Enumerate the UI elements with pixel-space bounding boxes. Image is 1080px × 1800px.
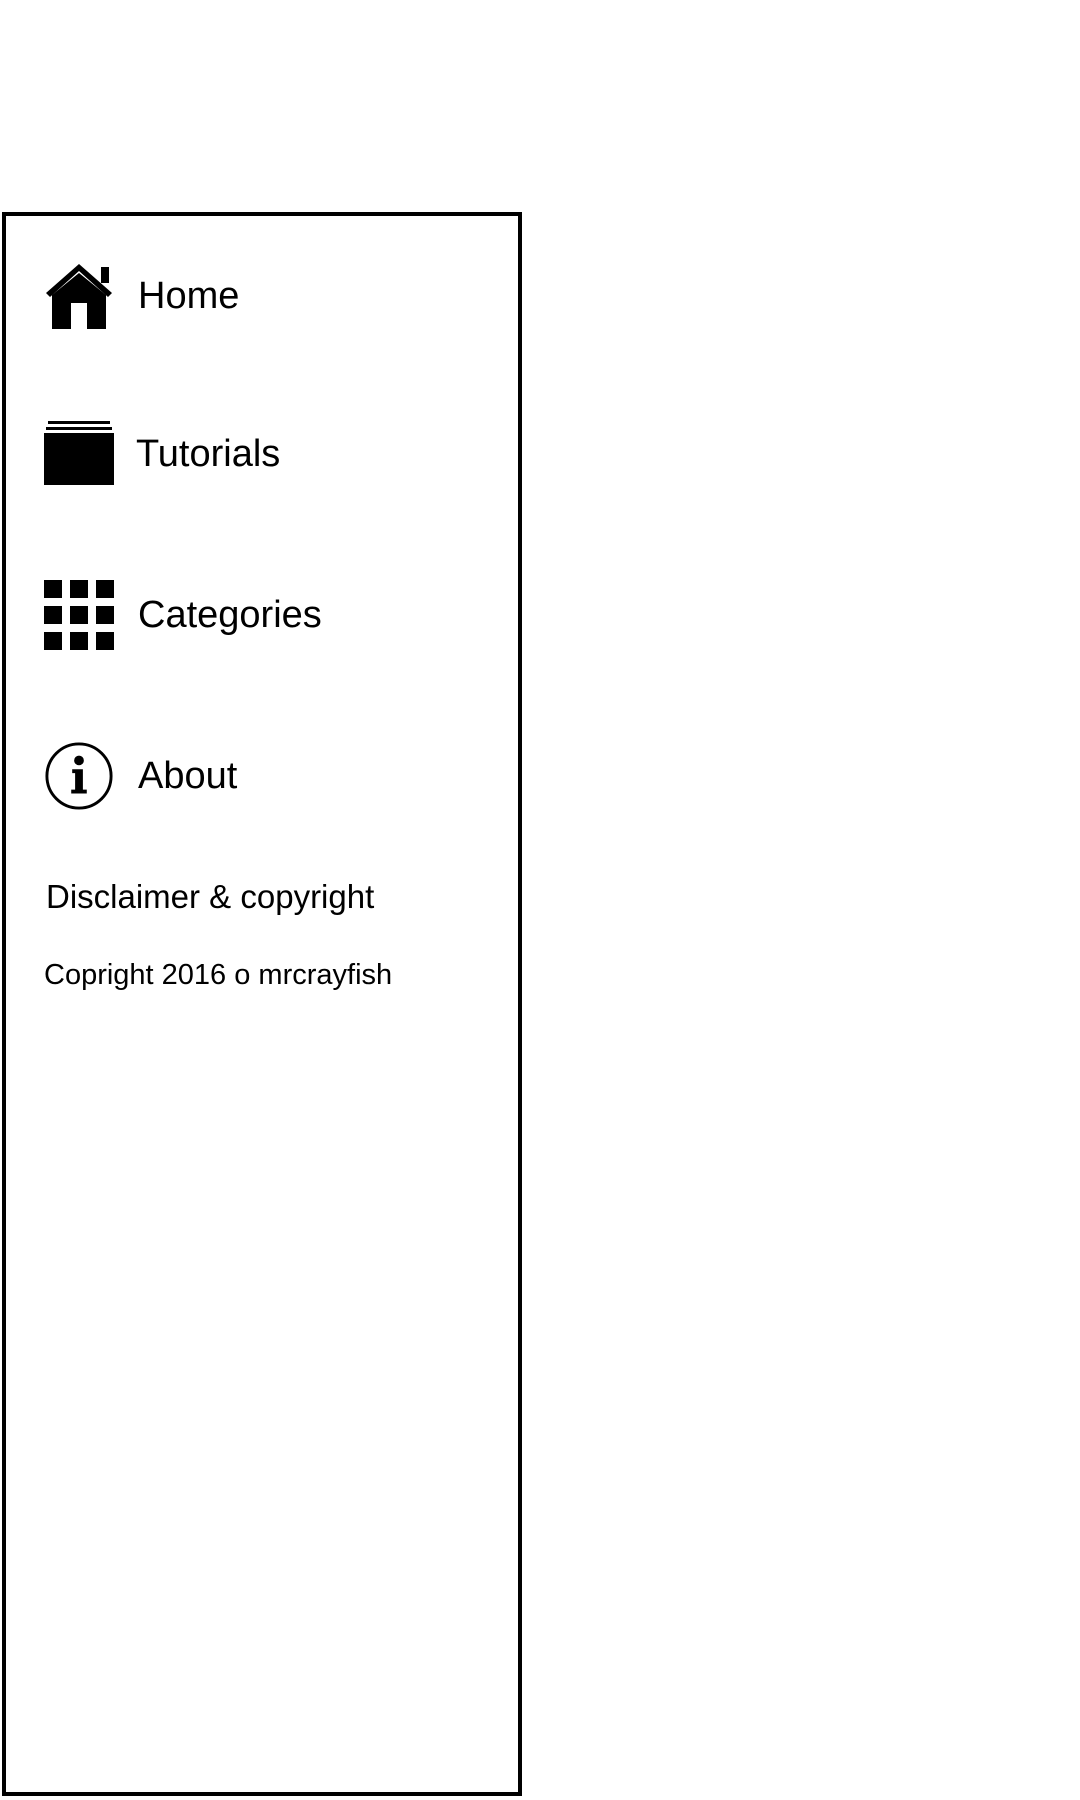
nav-item-categories-label: Categories bbox=[138, 594, 322, 636]
home-icon bbox=[44, 261, 114, 331]
disclaimer-heading: Disclaimer & copyright bbox=[46, 878, 375, 915]
nav-item-tutorials[interactable]: Tutorials bbox=[44, 418, 280, 490]
nav-item-home[interactable]: Home bbox=[44, 260, 239, 332]
nav-item-tutorials-label: Tutorials bbox=[136, 433, 281, 475]
copyright-text: Copright 2016 o mrcrayfish bbox=[44, 959, 393, 991]
nav-item-about[interactable]: About bbox=[44, 740, 237, 812]
nav-item-about-label: About bbox=[138, 755, 238, 797]
nav-item-home-label: Home bbox=[138, 275, 240, 317]
info-icon bbox=[44, 741, 114, 811]
nav-item-categories[interactable]: Categories bbox=[44, 579, 322, 651]
navigation-drawer: Home Tutorials Categories About Disclaim… bbox=[2, 212, 522, 1796]
folder-stack-icon bbox=[44, 419, 114, 489]
grid-icon bbox=[44, 580, 114, 650]
